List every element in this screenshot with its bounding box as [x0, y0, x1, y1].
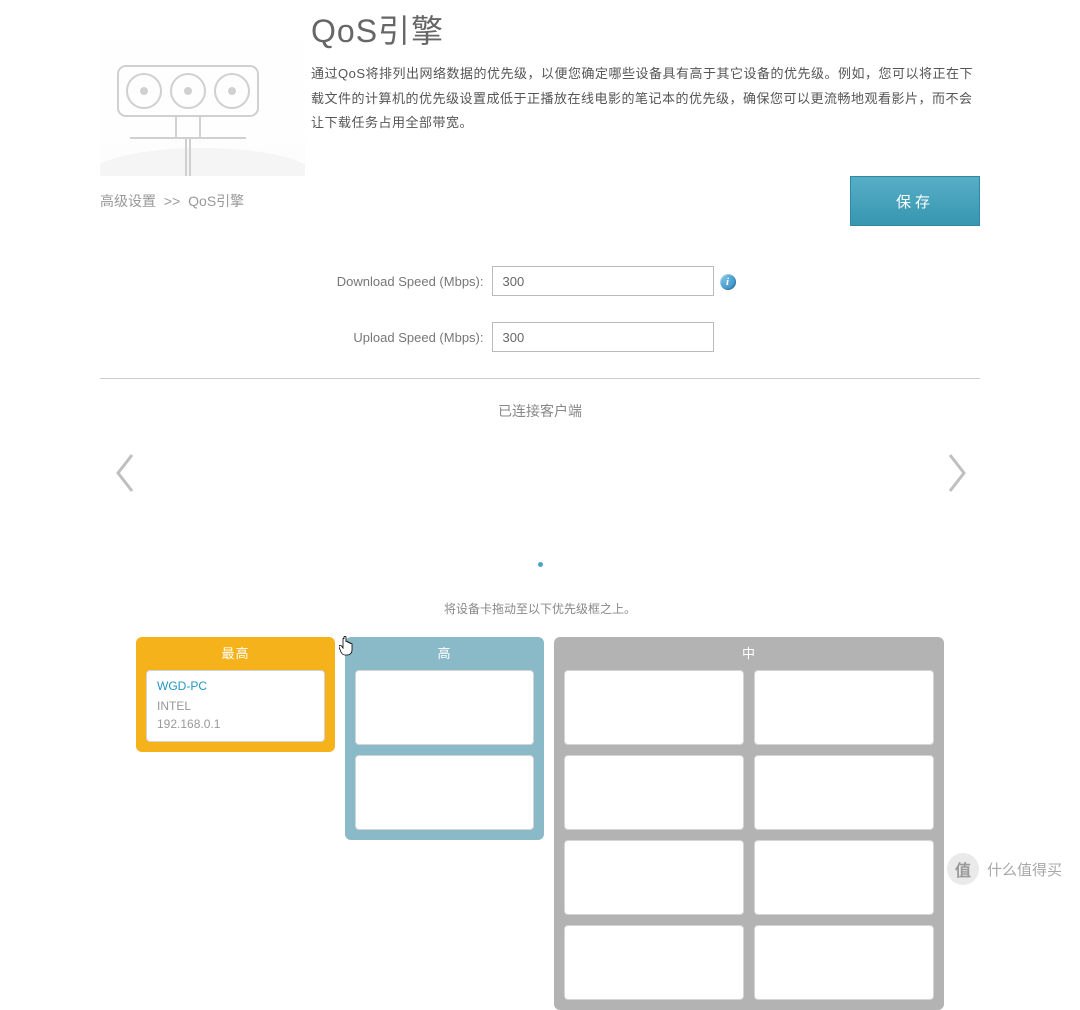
priority-slot[interactable] [564, 840, 744, 915]
page-title: QoS引擎 [311, 6, 980, 52]
connected-clients-title: 已连接客户端 [100, 401, 980, 421]
page-description: 通过QoS将排列出网络数据的优先级，以便您确定哪些设备具有高于其它设备的优先级。… [311, 62, 980, 136]
download-speed-input[interactable] [492, 266, 714, 296]
chevron-right-icon [944, 451, 972, 495]
device-name: WGD-PC [157, 679, 314, 693]
watermark-text: 什么值得买 [987, 859, 1062, 880]
priority-slot[interactable] [754, 840, 934, 915]
priority-slot[interactable] [754, 755, 934, 830]
device-card[interactable]: WGD-PC INTEL 192.168.0.1 [146, 670, 325, 742]
column-title-highest: 最高 [146, 637, 325, 670]
carousel-dot[interactable] [538, 562, 543, 567]
priority-slot[interactable] [754, 670, 934, 745]
priority-slot[interactable] [754, 925, 934, 1000]
download-speed-label: Download Speed (Mbps): [117, 274, 492, 289]
carousel-next-button[interactable] [944, 451, 972, 495]
priority-column-medium[interactable]: 中 [554, 637, 944, 1010]
traffic-light-icon [100, 6, 305, 176]
device-ip: 192.168.0.1 [157, 715, 314, 733]
save-button[interactable]: 保存 [850, 176, 980, 226]
priority-slot[interactable] [564, 670, 744, 745]
breadcrumb-root[interactable]: 高级设置 [100, 193, 156, 209]
header-illustration [100, 6, 305, 176]
header: QoS引擎 通过QoS将排列出网络数据的优先级，以便您确定哪些设备具有高于其它设… [100, 0, 980, 176]
device-vendor: INTEL [157, 697, 314, 715]
priority-column-high[interactable]: 高 [345, 637, 544, 840]
watermark: 值 什么值得买 [947, 853, 1062, 885]
priority-column-highest[interactable]: 最高 WGD-PC INTEL 192.168.0.1 [136, 637, 335, 752]
breadcrumb-current: QoS引擎 [188, 193, 244, 209]
upload-speed-label: Upload Speed (Mbps): [117, 330, 492, 345]
upload-speed-input[interactable] [492, 322, 714, 352]
divider [100, 378, 980, 379]
info-icon[interactable]: i [720, 274, 736, 290]
chevron-left-icon [110, 451, 138, 495]
priority-slot[interactable] [564, 755, 744, 830]
column-title-high: 高 [355, 637, 534, 670]
drag-hint-text: 将设备卡拖动至以下优先级框之上。 [100, 600, 980, 617]
priority-slot[interactable] [564, 925, 744, 1000]
carousel-prev-button[interactable] [110, 451, 138, 495]
column-title-medium: 中 [564, 637, 934, 670]
priority-slot[interactable] [355, 755, 534, 830]
breadcrumb: 高级设置 >> QoS引擎 [100, 191, 244, 211]
priority-slot[interactable] [355, 670, 534, 745]
carousel-dots [100, 555, 980, 570]
watermark-badge: 值 [947, 853, 979, 885]
breadcrumb-separator: >> [164, 193, 180, 209]
